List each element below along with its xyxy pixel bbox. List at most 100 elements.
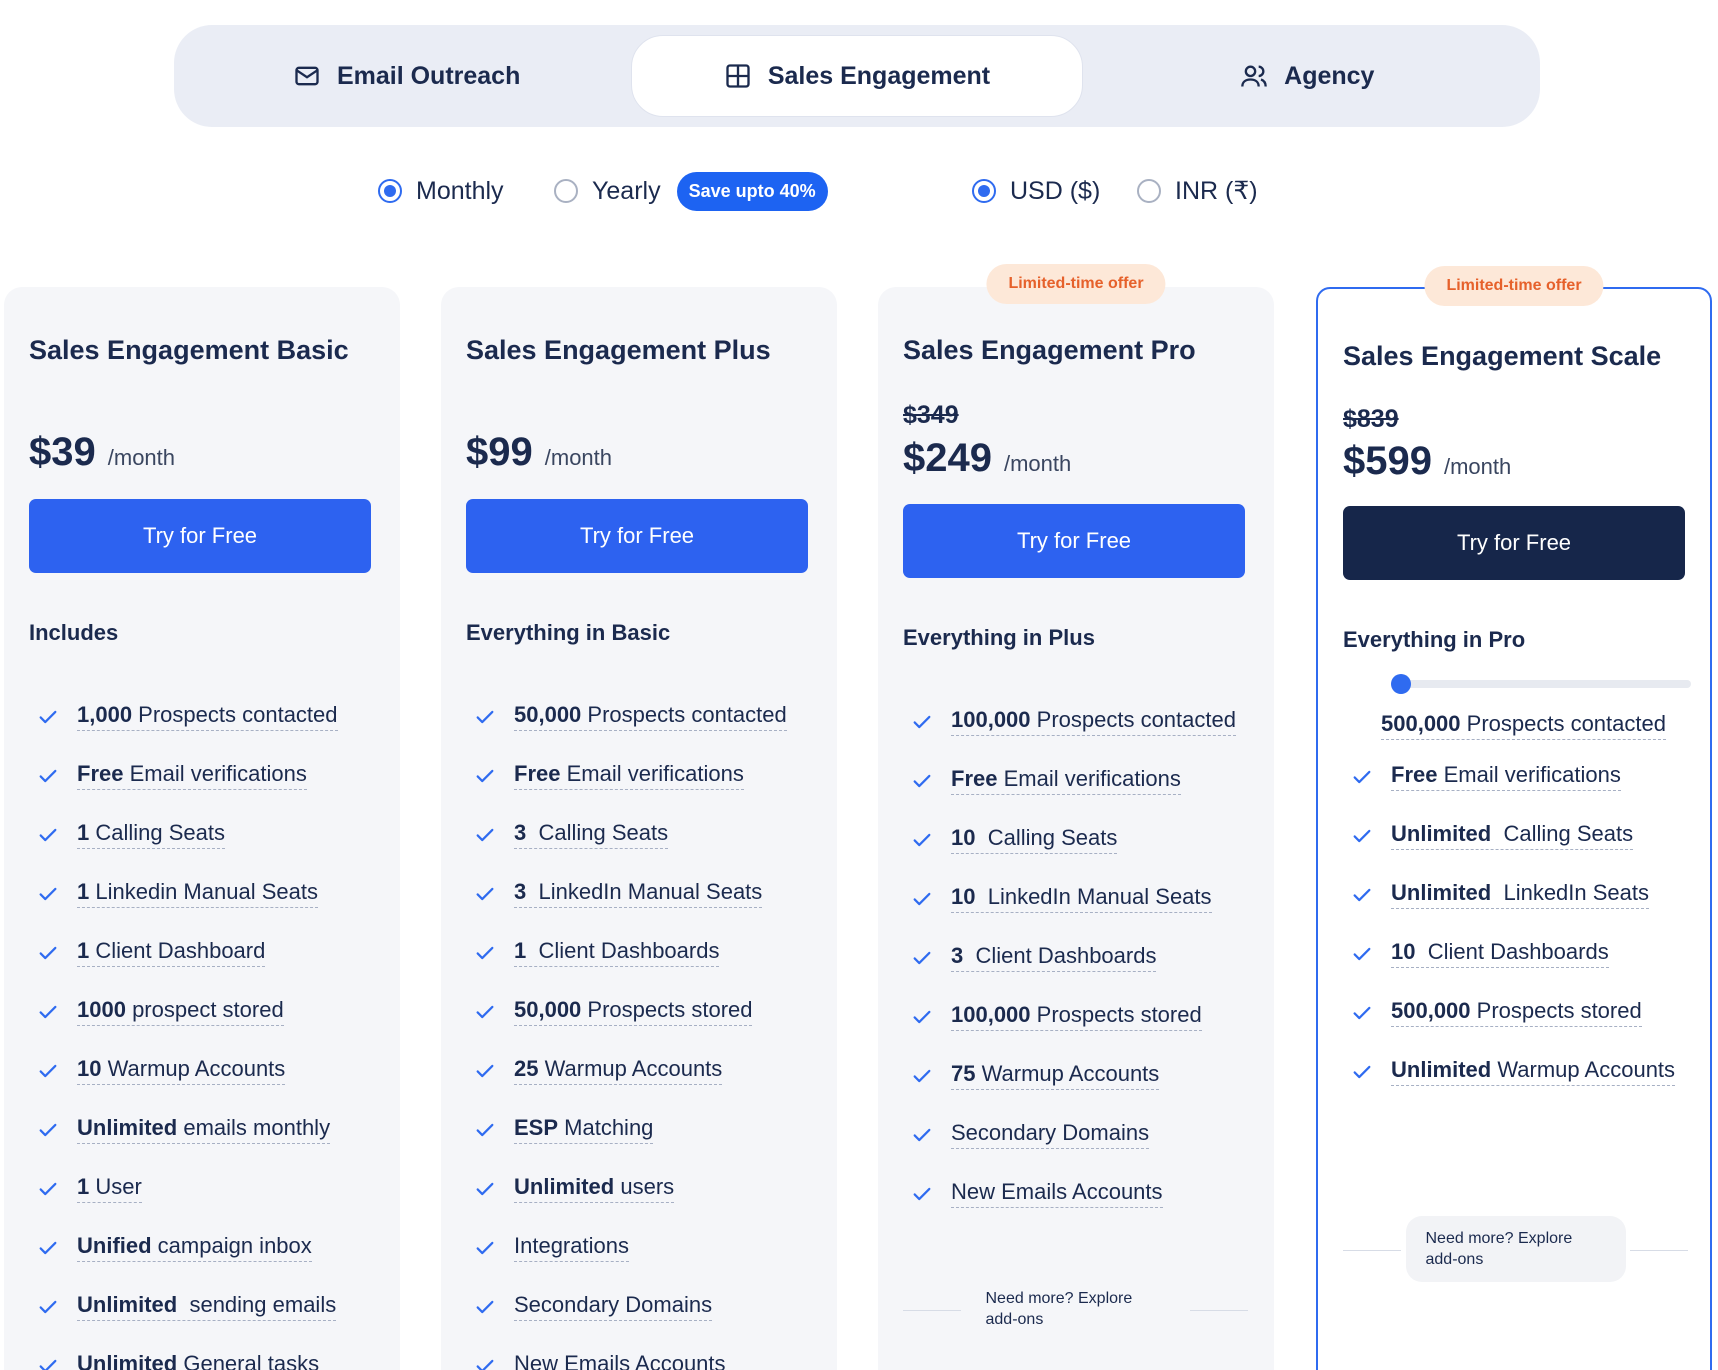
feature-label: New Emails Accounts: [951, 1179, 1163, 1204]
feature-text[interactable]: 1 User: [77, 1174, 142, 1203]
feature-item: 10 Client Dashboards: [1343, 924, 1693, 983]
feature-text[interactable]: Unified campaign inbox: [77, 1233, 312, 1262]
feature-text[interactable]: 1 Calling Seats: [77, 820, 225, 849]
feature-text[interactable]: Unlimited General tasks: [77, 1351, 319, 1370]
feature-label: New Emails Accounts: [514, 1351, 726, 1370]
feature-text[interactable]: 10 Warmup Accounts: [77, 1056, 286, 1085]
feature-label: Integrations: [514, 1233, 629, 1258]
feature-text[interactable]: 75 Warmup Accounts: [951, 1061, 1160, 1090]
feature-text[interactable]: Unlimited emails monthly: [77, 1115, 331, 1144]
feature-label: Secondary Domains: [951, 1120, 1150, 1145]
monthly-option[interactable]: Monthly: [378, 168, 504, 214]
feature-item: Free Email verifications: [903, 751, 1253, 810]
feature-text[interactable]: 1 Client Dashboards: [514, 938, 720, 967]
check-icon: [474, 1355, 496, 1370]
feature-item: Unlimited General tasks: [29, 1336, 379, 1370]
feature-text[interactable]: 3 LinkedIn Manual Seats: [514, 879, 763, 908]
feature-value: 1: [77, 820, 90, 845]
check-icon: [37, 1060, 59, 1082]
check-icon: [37, 706, 59, 728]
feature-text[interactable]: Free Email verifications: [77, 761, 307, 790]
feature-label: Warmup Accounts: [101, 1056, 286, 1081]
usd-option[interactable]: USD ($): [972, 168, 1100, 214]
feature-value: 500,000: [1391, 998, 1471, 1023]
feature-text[interactable]: 50,000 Prospects stored: [514, 997, 753, 1026]
tab-sales-engagement[interactable]: Sales Engagement: [631, 35, 1083, 117]
check-icon: [37, 1001, 59, 1023]
check-icon: [1351, 884, 1373, 906]
feature-text[interactable]: 100,000 Prospects stored: [951, 1002, 1202, 1031]
try-for-free-button[interactable]: Try for Free: [29, 499, 371, 573]
feature-text[interactable]: Integrations: [514, 1233, 629, 1262]
feature-text[interactable]: 1,000 Prospects contacted: [77, 702, 338, 731]
feature-text[interactable]: Unlimited Calling Seats: [1391, 821, 1634, 850]
feature-label: Email verifications: [1437, 762, 1621, 787]
feature-text[interactable]: 500,000 Prospects stored: [1391, 998, 1642, 1027]
yearly-radio[interactable]: [554, 179, 578, 203]
inr-label: INR (₹): [1175, 177, 1258, 205]
slider-handle[interactable]: [1391, 674, 1411, 694]
feature-text[interactable]: Unlimited users: [514, 1174, 675, 1203]
divider-line: [1343, 1250, 1401, 1251]
usd-radio[interactable]: [972, 179, 996, 203]
addons-divider: Need more? Explore add-ons: [903, 1276, 1248, 1346]
feature-text[interactable]: 3 Client Dashboards: [951, 943, 1157, 972]
try-for-free-button[interactable]: Try for Free: [1343, 506, 1685, 580]
feature-text[interactable]: ESP Matching: [514, 1115, 654, 1144]
feature-text[interactable]: Unlimited Warmup Accounts: [1391, 1057, 1676, 1086]
feature-text[interactable]: 10 LinkedIn Manual Seats: [951, 884, 1212, 913]
feature-text[interactable]: Free Email verifications: [1391, 762, 1621, 791]
feature-value: 100,000: [951, 707, 1031, 732]
limited-offer-badge: Limited-time offer: [1424, 266, 1604, 306]
tab-agency[interactable]: Agency: [1083, 35, 1532, 117]
feature-text[interactable]: New Emails Accounts: [951, 1179, 1163, 1208]
monthly-radio[interactable]: [378, 179, 402, 203]
feature-item: 1 Client Dashboard: [29, 923, 379, 982]
feature-text[interactable]: New Emails Accounts: [514, 1351, 726, 1370]
feature-text[interactable]: Unlimited sending emails: [77, 1292, 337, 1321]
feature-item: 1000 prospect stored: [29, 982, 379, 1041]
tab-email-outreach[interactable]: Email Outreach: [182, 35, 631, 117]
feature-label: Warmup Accounts: [538, 1056, 723, 1081]
feature-text[interactable]: Free Email verifications: [951, 766, 1181, 795]
explore-addons-link[interactable]: Need more? Explore add-ons: [966, 1276, 1186, 1342]
price-row: $39 /month: [29, 430, 175, 475]
feature-text[interactable]: 3 Calling Seats: [514, 820, 669, 849]
plan-card-plus: Sales Engagement Plus $99 /month Try for…: [441, 287, 837, 1370]
feature-label: LinkedIn Manual Seats: [975, 884, 1212, 909]
feature-item: 100,000 Prospects stored: [903, 987, 1253, 1046]
prospects-slider[interactable]: [1391, 674, 1691, 694]
feature-text[interactable]: Secondary Domains: [514, 1292, 713, 1321]
feature-label: Client Dashboards: [526, 938, 720, 963]
feature-text[interactable]: Unlimited LinkedIn Seats: [1391, 880, 1650, 909]
feature-text[interactable]: Free Email verifications: [514, 761, 744, 790]
check-icon: [474, 706, 496, 728]
feature-text[interactable]: 1000 prospect stored: [77, 997, 284, 1026]
feature-item: Integrations: [466, 1218, 816, 1277]
feature-value: 3: [951, 943, 964, 968]
feature-text[interactable]: 50,000 Prospects contacted: [514, 702, 787, 731]
feature-text[interactable]: 25 Warmup Accounts: [514, 1056, 723, 1085]
feature-text[interactable]: 1 Linkedin Manual Seats: [77, 879, 318, 908]
feature-text[interactable]: 10 Client Dashboards: [1391, 939, 1609, 968]
feature-label: Warmup Accounts: [1491, 1057, 1676, 1082]
check-icon: [1351, 766, 1373, 788]
yearly-option[interactable]: Yearly Save upto 40%: [554, 168, 828, 214]
inr-option[interactable]: INR (₹): [1137, 168, 1258, 214]
mail-icon: [295, 66, 319, 86]
check-icon: [474, 883, 496, 905]
feature-text[interactable]: Secondary Domains: [951, 1120, 1150, 1149]
try-for-free-button[interactable]: Try for Free: [466, 499, 808, 573]
explore-addons-link[interactable]: Need more? Explore add-ons: [1405, 1216, 1626, 1282]
feature-value: 1: [77, 1174, 90, 1199]
inr-radio[interactable]: [1137, 179, 1161, 203]
feature-label: Matching: [558, 1115, 654, 1140]
feature-text[interactable]: 1 Client Dashboard: [77, 938, 266, 967]
feature-text[interactable]: 10 Calling Seats: [951, 825, 1118, 854]
feature-text[interactable]: 100,000 Prospects contacted: [951, 707, 1236, 736]
feature-value: 1,000: [77, 702, 133, 727]
pricing-toggles: Monthly Yearly Save upto 40% USD ($) INR…: [0, 168, 1718, 214]
try-for-free-button[interactable]: Try for Free: [903, 504, 1245, 578]
feature-value: Unlimited: [77, 1115, 178, 1140]
feature-list: 100,000 Prospects contacted Free Email ve…: [903, 692, 1253, 1223]
